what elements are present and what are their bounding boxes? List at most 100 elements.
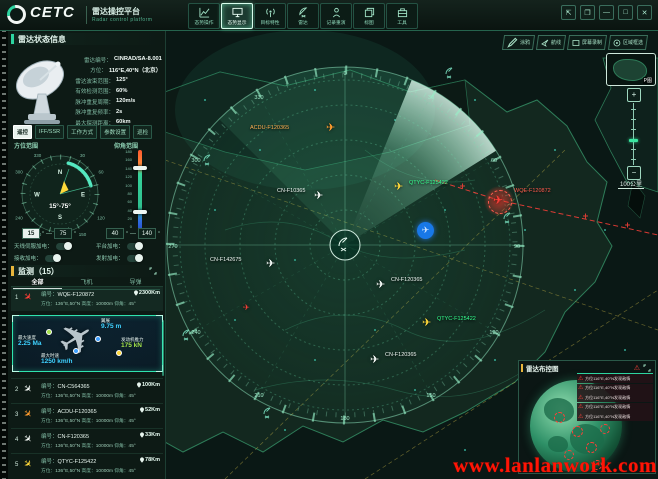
map-plane-label: WQE-F120872	[514, 188, 551, 194]
tab-record-replay[interactable]: 记录重演	[320, 3, 352, 29]
spec-thrust: 发动机推力 175 kN	[121, 337, 144, 350]
radar-dish-image	[12, 52, 72, 126]
map-plane-cn3[interactable]: ✈	[376, 280, 385, 291]
region-select-button[interactable]: 区域框选	[608, 35, 648, 50]
alert-item[interactable]: ⚠方位116°E,40°N发现敌情	[577, 412, 653, 421]
azimuth-from-input[interactable]: 15	[22, 228, 40, 239]
chart-icon	[199, 7, 210, 18]
elevation-handle-lower[interactable]	[133, 210, 147, 214]
svg-text:300: 300	[191, 158, 200, 164]
spec-wingspan: 翼展 9.75 m	[101, 318, 121, 331]
azimuth-to-input[interactable]: 75	[54, 228, 72, 239]
dish-icon	[298, 7, 309, 18]
svg-text:210: 210	[254, 393, 263, 399]
target-list-item[interactable]: 3 ✈ 编号：ACDU-F120365 52Km 方位：136°E,50°N 高…	[11, 403, 163, 428]
expand-icon[interactable]	[643, 364, 651, 372]
aircraft-detail-card[interactable]: ✈ 翼展 9.75 m 最大速度 2.25 Ma 最大时速 1250 km/h …	[12, 315, 163, 372]
target-list-item[interactable]: 5 ✈ 编号：QTYC-F125422 78Km 方位：136°E,50°N 高…	[11, 453, 163, 478]
tab-remote-control[interactable]: 遥控	[13, 125, 32, 139]
platform-power-toggle[interactable]	[127, 243, 143, 250]
expand-icon[interactable]	[149, 267, 157, 275]
window-maximize-button[interactable]: □	[618, 5, 633, 20]
tab-inspection[interactable]: 巡检	[133, 125, 152, 139]
tab-radar[interactable]: 雷达	[287, 3, 319, 29]
tab-tools[interactable]: 工具	[386, 3, 418, 29]
receive-power-toggle[interactable]	[45, 255, 61, 262]
radar-status-fields: 雷达编号：CINRAD/SA-8.001 方位：116°E,40°N（北京） 雷…	[70, 54, 164, 128]
route-button[interactable]: 航线	[536, 35, 566, 50]
elevation-from-input[interactable]: 40	[106, 228, 124, 239]
threat-marker	[572, 426, 583, 437]
zoom-slider-track[interactable]	[633, 103, 634, 165]
zoom-slider-handle[interactable]	[629, 139, 638, 142]
radar-center	[330, 230, 360, 260]
target-list-item[interactable]: 1 ✈ 编号：WQE-F120872 2300Km 方位：136°E,50°N …	[11, 286, 163, 311]
tab-situation-display[interactable]: 态势显示	[221, 3, 253, 29]
fighter-icon-orange: ✈	[20, 408, 34, 422]
fighter-icon-white: ✈	[20, 383, 34, 397]
antenna-servo-power-toggle[interactable]	[56, 243, 72, 250]
threat-marker	[554, 412, 565, 423]
map-plane-wqe-threat[interactable]: ✈	[493, 194, 503, 206]
tab-situation-ops[interactable]: 态势操作	[188, 3, 220, 29]
map-plane-red-small[interactable]: ✈	[243, 304, 250, 312]
tab-plotting[interactable]: 标图	[353, 3, 385, 29]
zoom-out-button[interactable]: −	[627, 166, 641, 180]
alert-item[interactable]: ⚠方位116°E,40°N发现敌情	[577, 403, 653, 412]
map-plane-acdu[interactable]: ✈	[326, 123, 335, 134]
svg-text:330: 330	[254, 95, 263, 101]
antenna-icon	[265, 7, 276, 18]
map-toolbar: 涂鸦 航线 屏幕录制 区域框选	[503, 35, 647, 50]
map-plane-qtyc2[interactable]: ✈	[422, 318, 431, 329]
radar-status-panel: 雷达状态信息 雷达编号：CINRAD/SA-8.001 方位：116°E,40°…	[8, 30, 166, 479]
screen-record-button[interactable]: 屏幕录制	[567, 35, 607, 50]
location-pin-icon	[137, 382, 141, 388]
map-plane-label: CN-F120365	[385, 352, 417, 358]
map-plane-label: CN-F142675	[210, 257, 242, 263]
toolbox-icon	[397, 7, 408, 18]
alert-item[interactable]: ⚠方位116°E,40°N发现敌情	[577, 393, 653, 402]
divider	[86, 6, 87, 24]
svg-text:240: 240	[15, 216, 23, 221]
app-title: 雷达操控平台	[92, 6, 140, 17]
screen-icon	[572, 39, 580, 47]
window-clone-button[interactable]: ❐	[580, 5, 595, 20]
minimap[interactable]: P图	[606, 53, 656, 86]
alert-item[interactable]: ⚠方位116°E,40°N发现敌情	[577, 373, 653, 383]
tab-parameters[interactable]: 参数设置	[100, 125, 130, 139]
map-plane-cn4[interactable]: ✈	[370, 355, 379, 366]
window-pin-button[interactable]: ⇱	[561, 5, 576, 20]
window-controls: ⇱ ❐ — □ ✕	[561, 5, 652, 20]
tab-work-mode[interactable]: 工作方式	[67, 125, 97, 139]
transmit-power-toggle[interactable]	[127, 255, 143, 262]
window-minimize-button[interactable]: —	[599, 5, 614, 20]
elevation-slider[interactable]	[138, 150, 142, 230]
antenna-servo-power: 天线伺服加电：	[14, 242, 72, 250]
alert-list: ⚠方位116°E,40°N发现敌情 ⚠方位116°E,40°N发现敌情 ⚠方位1…	[577, 373, 653, 422]
alert-item[interactable]: ⚠方位116°E,40°N发现敌情	[577, 384, 653, 393]
svg-text:300: 300	[15, 170, 23, 175]
elevation-handle-upper[interactable]	[133, 166, 147, 170]
tab-iff-ssr[interactable]: IFF/SSR	[35, 125, 64, 139]
map-plane-cn2[interactable]: ✈	[266, 259, 275, 270]
location-pin-icon	[140, 407, 144, 413]
list-scrollbar[interactable]	[162, 320, 164, 376]
elevation-to-input[interactable]: 140	[138, 228, 156, 239]
map-plane-friendly-blue[interactable]: ✈	[417, 222, 434, 239]
pencil-icon	[507, 37, 518, 48]
map-plane-qtyc1[interactable]: ✈	[394, 182, 403, 193]
map-plane-label: QTYC-F125422	[437, 316, 476, 322]
zoom-control: + −	[627, 88, 640, 180]
tab-target-properties[interactable]: 目标特性	[254, 3, 286, 29]
deployment-panel-header: 雷达布控图 ⚠	[521, 363, 651, 373]
doodle-button[interactable]: 涂鸦	[502, 35, 535, 50]
zoom-in-button[interactable]: +	[627, 88, 641, 102]
region-icon	[613, 39, 621, 47]
window-close-button[interactable]: ✕	[637, 5, 652, 20]
film-strip-decoration	[0, 30, 8, 479]
map-plane-cn1[interactable]: ✈	[314, 191, 323, 202]
target-list-item[interactable]: 4 ✈ 编号：CN-F120365 33Km 方位：136°E,50°N 高度：…	[11, 428, 163, 453]
target-list-item[interactable]: 2 ✈ 编号：CN-C564365 100Km 方位：136°E,50°N 高度…	[11, 378, 163, 403]
svg-text:W: W	[34, 193, 40, 199]
fighter-icon-yellow: ✈	[20, 458, 34, 472]
